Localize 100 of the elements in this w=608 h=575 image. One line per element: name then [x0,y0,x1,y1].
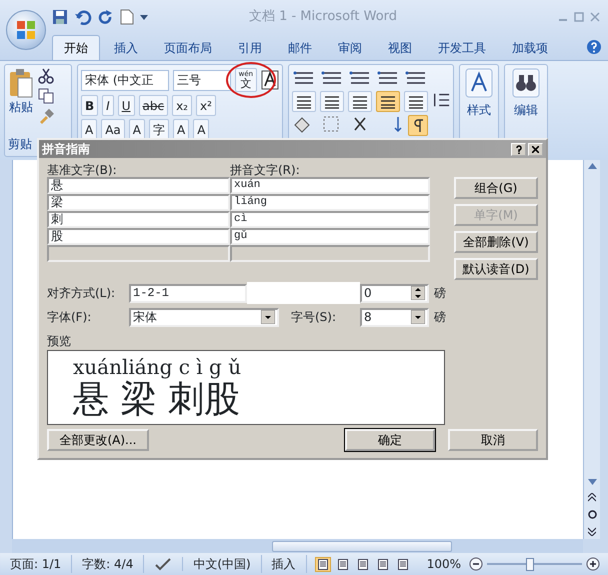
ruby-text-field[interactable]: xuán [230,177,430,194]
offset-field[interactable]: 0 [360,284,429,302]
font-size-field[interactable]: 三号 [172,70,231,90]
page-view-icon [378,558,388,570]
column-header: 拼音文字(R): [230,162,301,177]
dialog-button[interactable]: 全部删除(V) [454,231,538,253]
window-title: 文档 1 - Microsoft Word [248,8,398,26]
undo-icon[interactable] [74,9,92,25]
size-dropdown[interactable]: 8 [360,308,429,326]
align-icon [380,94,396,108]
dialog-button[interactable]: 取消 [448,429,538,451]
proofing-icon[interactable] [154,557,172,571]
page-count[interactable]: 页面: 1/1 [0,555,72,573]
font-effect-button[interactable]: A [173,119,190,140]
ribbon-tab[interactable]: 引用 [226,35,274,60]
editing-label[interactable]: 编辑 [514,101,538,119]
binoculars-icon[interactable] [512,68,540,98]
zoom-out-icon[interactable] [469,557,484,571]
font-effect-button[interactable]: A [128,119,145,140]
zoom-level[interactable]: 100% [418,555,470,573]
redo-icon[interactable] [98,9,114,25]
font-effect-button[interactable]: A [81,119,98,140]
ribbon-tab[interactable]: 开始 [52,35,100,60]
ribbon-tab[interactable]: 加载项 [500,35,560,60]
zoom-slider-thumb[interactable] [526,558,534,570]
close-button[interactable] [528,142,543,156]
ribbon-tab[interactable]: 视图 [376,35,424,60]
ribbon-tab[interactable]: 插入 [102,35,150,60]
scroll-thumb[interactable] [272,540,452,552]
scissors-icon[interactable] [38,68,54,84]
language-status[interactable]: 中文(中国) [183,555,262,573]
font-name-field[interactable]: 宋体 (中文正 [81,70,169,90]
unit-label: 磅 [434,285,446,302]
line-spacing-icon[interactable] [432,91,450,109]
alignment-button[interactable] [292,91,316,112]
help-button[interactable] [511,142,526,156]
brush-icon[interactable] [38,108,54,124]
ribbon-tab[interactable]: 开发工具 [426,35,498,60]
font-effect-button[interactable]: 字 [149,119,169,140]
scroll-up-icon[interactable] [588,163,596,169]
format-button[interactable]: abc [138,95,168,116]
base-text-field[interactable]: 股 [47,228,230,245]
font-dropdown[interactable]: 宋体 [129,308,279,326]
alignment-button[interactable] [376,91,400,112]
horizontal-scrollbar[interactable] [12,539,583,553]
insert-mode[interactable]: 插入 [262,555,307,573]
paste-label[interactable]: 粘贴 [9,98,33,116]
format-button[interactable]: U [118,95,134,116]
alignment-button[interactable] [348,91,372,112]
close-icon [532,146,539,152]
dialog-button[interactable]: 默认读音(D) [454,258,538,280]
ruby-text-field[interactable]: liáng [230,194,430,211]
dialog-button[interactable]: 组合(G) [454,177,538,199]
base-text-field[interactable]: 梁 [47,194,230,211]
base-text-field[interactable]: 悬 [47,177,230,194]
align-icon [296,94,312,108]
spinner-icon[interactable] [411,286,425,300]
font-effect-button[interactable]: A [193,119,210,140]
base-text-field[interactable]: 刺 [47,211,230,228]
office-button[interactable] [6,10,46,50]
vertical-scrollbar[interactable] [583,160,600,539]
ruby-text-field[interactable]: gǔ [230,228,430,245]
unit-label: 磅 [434,309,446,326]
ribbon-tab[interactable]: 页面布局 [152,35,224,60]
scroll-down-icon[interactable] [588,479,596,485]
show-formatting-button[interactable] [408,115,428,136]
clipboard-icon[interactable] [8,68,34,98]
alignment-button[interactable] [404,91,428,112]
group-label: 剪贴 [8,136,32,153]
new-document-icon[interactable] [120,9,134,25]
ribbon-tab[interactable]: 邮件 [276,35,324,60]
copy-icon[interactable] [38,88,54,104]
previous-page-icon[interactable] [588,493,596,502]
font-effect-button[interactable]: Aa [101,119,125,140]
dropdown-icon[interactable] [140,13,148,21]
styles-label[interactable]: 样式 [467,101,491,119]
styles-icon[interactable] [465,68,493,98]
word-count[interactable]: 字数: 4/4 [72,555,144,573]
preview-ruby-text: xuánliáng c ì g ǔ [73,355,242,379]
page-view-icon [338,558,348,570]
dropdown-icon[interactable] [261,310,275,324]
format-button[interactable]: I [102,95,114,116]
highlight-circle [226,62,276,98]
browse-object-icon[interactable] [588,510,596,519]
format-button[interactable]: x₂ [172,95,192,116]
dialog-button[interactable]: 确定 [345,429,435,451]
save-icon[interactable] [52,9,68,25]
view-button[interactable] [314,556,331,572]
zoom-in-icon[interactable] [586,557,600,571]
ruby-text-field[interactable]: cì [230,211,430,228]
help-icon[interactable] [586,39,602,55]
dialog-button[interactable]: 全部更改(A)... [47,429,149,451]
format-button[interactable]: x² [196,95,216,116]
alignment-button[interactable] [320,91,344,112]
alignment-field[interactable]: 1-2-1 [129,284,247,302]
dropdown-icon[interactable] [411,310,425,324]
character-border-icon[interactable] [261,70,279,90]
ribbon-tab[interactable]: 审阅 [326,35,374,60]
next-page-icon[interactable] [588,527,596,536]
format-button[interactable]: B [81,95,98,116]
